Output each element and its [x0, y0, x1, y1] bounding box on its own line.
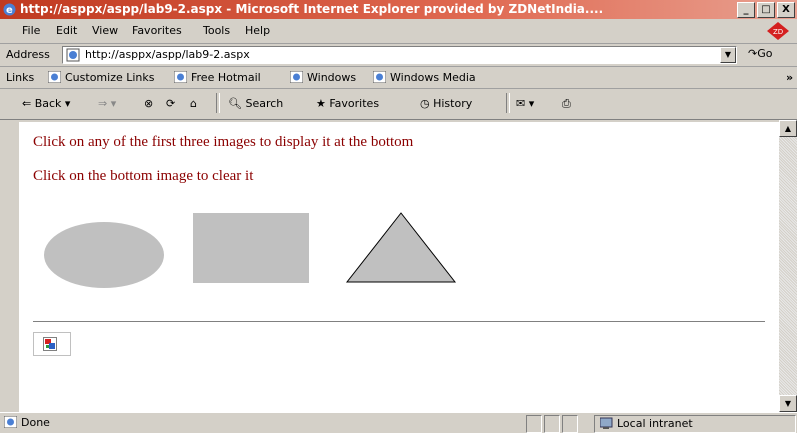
status-page-icon	[4, 416, 17, 428]
menu-favorites[interactable]: Favorites	[132, 24, 182, 37]
stop-button[interactable]: ⊗	[144, 97, 153, 110]
link-label: Windows Media	[390, 71, 476, 84]
menu-help[interactable]: Help	[245, 24, 270, 37]
intranet-icon	[600, 417, 613, 429]
print-button[interactable]: ⎙	[562, 97, 571, 111]
print-icon: ⎙	[562, 97, 571, 110]
minimize-button[interactable]: _	[737, 2, 755, 18]
scroll-up-icon[interactable]: ▲	[779, 120, 797, 137]
vertical-scrollbar[interactable]: ▲ ▼	[779, 120, 797, 412]
link-page-icon	[48, 71, 61, 83]
address-input[interactable]: http://asppx/aspp/lab9-2.aspx ▼	[62, 46, 737, 64]
mail-button[interactable]: ✉ ▾	[516, 97, 534, 110]
mail-icon: ✉ ▾	[516, 97, 535, 110]
address-bar: Address http://asppx/aspp/lab9-2.aspx ▼ …	[0, 44, 797, 67]
go-label: Go	[757, 47, 773, 60]
go-arrow-icon: ↷	[748, 47, 758, 60]
home-icon: ⌂	[190, 97, 197, 110]
maximize-button[interactable]: □	[757, 2, 775, 18]
link-free-hotmail[interactable]: Free Hotmail	[174, 71, 261, 84]
triangle-image[interactable]	[345, 212, 457, 284]
title-bar: e http://asppx/aspp/lab9-2.aspx - Micros…	[0, 0, 797, 19]
square-image[interactable]	[193, 213, 309, 283]
menu-file[interactable]: File	[22, 24, 40, 37]
circle-image[interactable]	[44, 222, 164, 288]
chevron-right-icon[interactable]: »	[786, 71, 793, 84]
zdnet-logo-icon: ZD	[767, 22, 789, 40]
link-page-icon	[373, 71, 386, 83]
toolbar-separator	[506, 93, 510, 113]
back-label: Back	[34, 97, 62, 110]
refresh-icon: ⟳	[166, 97, 176, 110]
status-cell	[526, 415, 542, 433]
home-button[interactable]: ⌂	[190, 97, 197, 110]
history-button[interactable]: ◷ History	[420, 97, 472, 110]
left-frame	[0, 120, 19, 412]
instruction-line-2: Click on the bottom image to clear it	[33, 168, 254, 184]
link-label: Free Hotmail	[191, 71, 261, 84]
svg-text:e: e	[6, 5, 13, 16]
history-label: History	[433, 97, 473, 110]
status-text: Done	[4, 416, 50, 429]
instruction-line-1: Click on any of the first three images t…	[33, 134, 414, 150]
scroll-down-icon[interactable]: ▼	[779, 395, 797, 412]
link-label: Customize Links	[65, 71, 155, 84]
window-title: http://asppx/aspp/lab9-2.aspx - Microsof…	[20, 2, 604, 16]
status-bar: Done Local intranet	[0, 412, 797, 433]
back-button[interactable]: ⇐ Back ▾	[22, 97, 70, 110]
page-content: Click on any of the first three images t…	[19, 122, 779, 412]
broken-image-icon	[43, 337, 57, 351]
close-button[interactable]: X	[777, 2, 795, 18]
menu-tools[interactable]: Tools	[203, 24, 230, 37]
link-label: Windows	[307, 71, 357, 84]
svg-text:ZD: ZD	[773, 28, 783, 36]
address-url: http://asppx/aspp/lab9-2.aspx	[85, 48, 250, 61]
link-windows[interactable]: Windows	[290, 71, 356, 84]
address-dropdown-icon[interactable]: ▼	[720, 47, 736, 63]
toolbar-separator	[216, 93, 220, 113]
bottom-image[interactable]	[33, 332, 71, 356]
link-customize-links[interactable]: Customize Links	[48, 71, 155, 84]
favorites-icon: ★	[316, 97, 330, 110]
go-button[interactable]: ↷Go	[748, 47, 772, 60]
history-icon: ◷	[420, 97, 434, 110]
divider	[33, 321, 765, 322]
favorites-label: Favorites	[329, 97, 380, 110]
search-label: Search	[245, 97, 284, 110]
status-cell	[562, 415, 578, 433]
refresh-button[interactable]: ⟳	[166, 97, 175, 110]
status-cell	[544, 415, 560, 433]
stop-icon: ⊗	[144, 97, 154, 110]
ie-icon: e	[3, 3, 16, 16]
zone-indicator: Local intranet	[600, 417, 693, 430]
back-arrow-icon: ⇐	[22, 97, 35, 110]
forward-arrow-icon: ⇒ ▾	[98, 97, 117, 110]
menu-edit[interactable]: Edit	[56, 24, 77, 37]
links-label: Links	[6, 71, 35, 84]
standard-toolbar: ⇐ Back ▾ ⇒ ▾ ⊗ ⟳ ⌂ 🔍︎ Search ★ Favorites…	[0, 89, 797, 120]
link-windows-media[interactable]: Windows Media	[373, 71, 476, 84]
forward-button[interactable]: ⇒ ▾	[98, 97, 116, 110]
search-button[interactable]: 🔍︎ Search	[228, 97, 283, 110]
search-icon: 🔍︎	[228, 97, 246, 110]
menu-bar: File Edit View Favorites Tools Help ZD	[0, 19, 797, 44]
link-page-icon	[290, 71, 303, 83]
link-page-icon	[174, 71, 187, 83]
page-icon	[66, 48, 80, 62]
favorites-button[interactable]: ★ Favorites	[316, 97, 379, 110]
status-label: Done	[21, 416, 50, 429]
address-label: Address	[6, 48, 50, 61]
links-bar: Links Customize Links Free Hotmail Windo…	[0, 67, 797, 89]
zone-label: Local intranet	[617, 417, 693, 430]
menu-view[interactable]: View	[92, 24, 118, 37]
